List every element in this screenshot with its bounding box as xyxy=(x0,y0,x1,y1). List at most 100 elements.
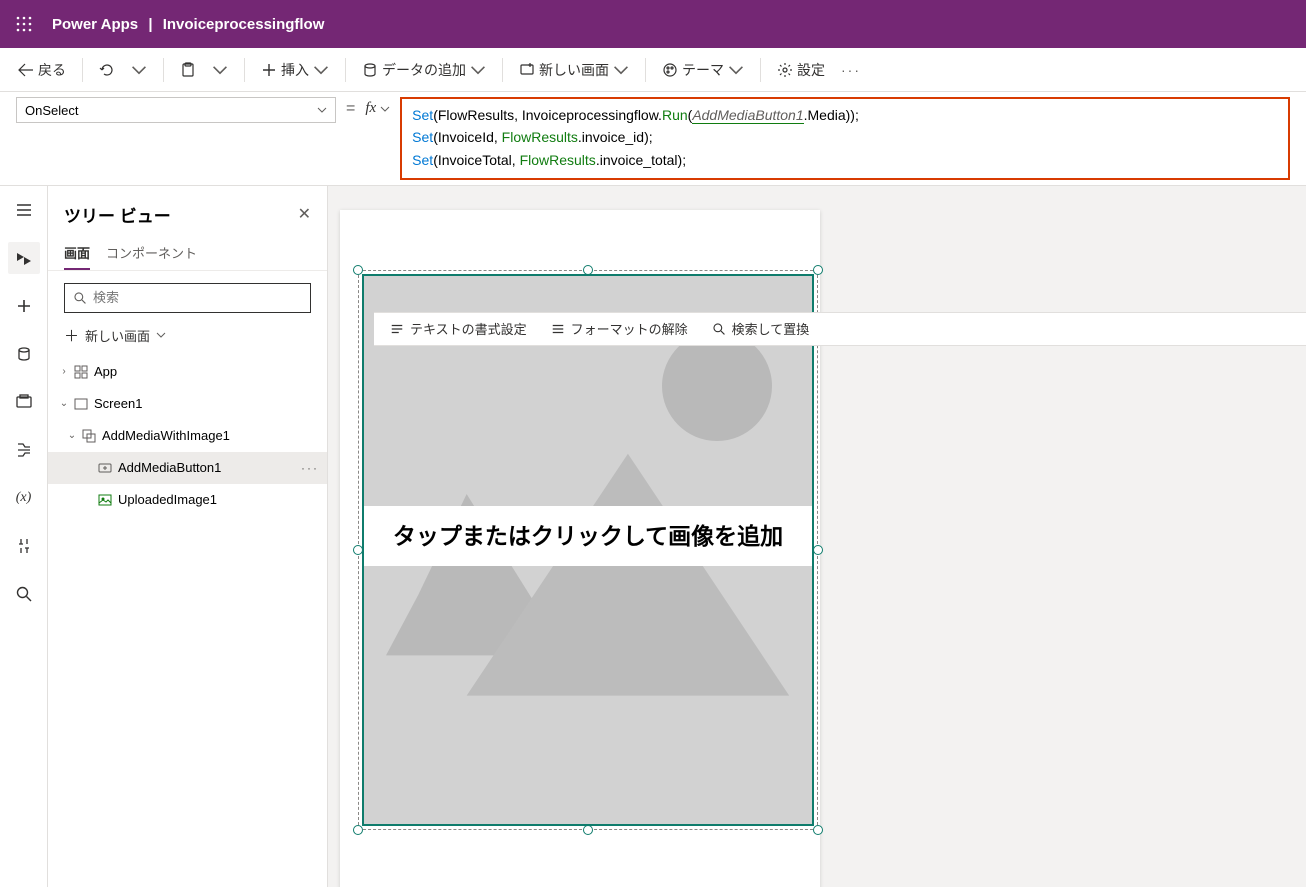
rail-variables[interactable]: (x) xyxy=(8,482,40,514)
resize-handle[interactable] xyxy=(583,825,593,835)
separator xyxy=(345,58,346,82)
theme-button[interactable]: テーマ xyxy=(656,54,750,86)
panel-tabs: 画面 コンポーネント xyxy=(48,237,327,271)
separator xyxy=(82,58,83,82)
rail-search[interactable] xyxy=(8,578,40,610)
separator xyxy=(502,58,503,82)
twisty-icon[interactable]: ⌄ xyxy=(64,430,80,441)
mountain-icon xyxy=(386,424,789,725)
paste-dropdown[interactable] xyxy=(206,54,234,86)
separator xyxy=(163,58,164,82)
formula-editor[interactable]: Set(FlowResults, Invoiceprocessingflow.R… xyxy=(400,97,1290,180)
new-screen-label: 新しい画面 xyxy=(539,60,609,80)
close-panel-icon[interactable]: ✕ xyxy=(298,204,311,224)
resize-handle[interactable] xyxy=(353,825,363,835)
node-label: UploadedImage1 xyxy=(118,492,217,507)
property-bar: OnSelect = fx Set(FlowResults, Invoicepr… xyxy=(0,92,1306,186)
back-button[interactable]: 戻る xyxy=(12,54,72,86)
new-screen-button[interactable]: 新しい画面 xyxy=(513,54,635,86)
panel-title: ツリー ビュー xyxy=(64,202,171,227)
app-name: Invoiceprocessingflow xyxy=(163,16,325,33)
rail-tools[interactable] xyxy=(8,530,40,562)
selected-control[interactable]: タップまたはクリックして画像を追加 xyxy=(358,270,818,830)
remove-format-icon xyxy=(551,322,565,336)
remove-format-button[interactable]: フォーマットの解除 xyxy=(551,319,688,338)
resize-handle[interactable] xyxy=(353,545,363,555)
resize-handle[interactable] xyxy=(813,545,823,555)
new-screen-link[interactable]: ＋ 新しい画面 xyxy=(64,325,311,346)
add-data-button[interactable]: データの追加 xyxy=(356,54,492,86)
new-screen-text: 新しい画面 xyxy=(85,326,150,345)
tree-node-app[interactable]: › App xyxy=(48,356,327,388)
twisty-icon[interactable]: › xyxy=(56,366,72,377)
text-format-button[interactable]: テキストの書式設定 xyxy=(390,319,527,338)
add-data-label: データの追加 xyxy=(382,60,466,80)
node-label: AddMediaButton1 xyxy=(118,460,221,475)
find-replace-label: 検索して置換 xyxy=(732,319,810,338)
paste-button[interactable] xyxy=(174,54,202,86)
separator xyxy=(645,58,646,82)
settings-label: 設定 xyxy=(797,60,825,80)
group-icon xyxy=(82,429,96,443)
header-separator: | xyxy=(148,16,152,33)
rail-data[interactable] xyxy=(8,338,40,370)
image-icon xyxy=(98,493,112,507)
property-selector[interactable]: OnSelect xyxy=(16,97,336,123)
left-rail: (x) xyxy=(0,186,48,887)
node-label: App xyxy=(94,364,117,379)
media-button-icon xyxy=(98,461,112,475)
rail-flows[interactable] xyxy=(8,434,40,466)
remove-format-label: フォーマットの解除 xyxy=(571,319,688,338)
resize-handle[interactable] xyxy=(813,265,823,275)
settings-button[interactable]: 設定 xyxy=(771,54,831,86)
undo-button[interactable] xyxy=(93,54,121,86)
insert-button[interactable]: 挿入 xyxy=(255,54,335,86)
tab-screens[interactable]: 画面 xyxy=(64,237,90,270)
waffle-icon[interactable] xyxy=(8,8,40,40)
formula-sub-toolbar: テキストの書式設定 フォーマットの解除 検索して置換 xyxy=(374,312,1306,346)
search-icon xyxy=(73,291,87,305)
screen-icon xyxy=(74,397,88,411)
chevron-down-icon xyxy=(156,330,166,340)
search-icon xyxy=(712,322,726,336)
equals-sign: = xyxy=(346,97,355,118)
tree-node-addmediabutton[interactable]: AddMediaButton1 ··· xyxy=(48,452,327,484)
twisty-icon[interactable]: ⌄ xyxy=(56,398,72,409)
search-input[interactable] xyxy=(93,290,302,305)
sun-icon xyxy=(662,331,772,441)
find-replace-button[interactable]: 検索して置換 xyxy=(712,319,810,338)
command-bar: 戻る 挿入 データの追加 新しい画面 テーマ 設定 ··· xyxy=(0,48,1306,92)
overflow-button[interactable]: ··· xyxy=(835,54,867,86)
rail-insert[interactable] xyxy=(8,290,40,322)
tree-search[interactable] xyxy=(64,283,311,313)
insert-label: 挿入 xyxy=(281,60,309,80)
panel-header: ツリー ビュー ✕ xyxy=(48,186,327,237)
node-label: AddMediaWithImage1 xyxy=(102,428,230,443)
resize-handle[interactable] xyxy=(813,825,823,835)
tree-node-screen1[interactable]: ⌄ Screen1 xyxy=(48,388,327,420)
rail-hamburger[interactable] xyxy=(8,194,40,226)
rail-media[interactable] xyxy=(8,386,40,418)
workspace: (x) ツリー ビュー ✕ 画面 コンポーネント ＋ 新しい画面 › App xyxy=(0,186,1306,887)
separator xyxy=(760,58,761,82)
tab-components[interactable]: コンポーネント xyxy=(106,237,197,270)
tree-node-uploadedimage[interactable]: UploadedImage1 xyxy=(48,484,327,516)
resize-handle[interactable] xyxy=(583,265,593,275)
theme-label: テーマ xyxy=(682,60,724,80)
undo-dropdown[interactable] xyxy=(125,54,153,86)
rail-tree-view[interactable] xyxy=(8,242,40,274)
node-more-icon[interactable]: ··· xyxy=(301,461,319,475)
app-header: Power Apps | Invoiceprocessingflow xyxy=(0,0,1306,48)
add-media-control[interactable]: タップまたはクリックして画像を追加 xyxy=(362,274,814,826)
fx-button[interactable]: fx xyxy=(365,97,390,117)
tree-node-addmediawithimage[interactable]: ⌄ AddMediaWithImage1 xyxy=(48,420,327,452)
tree-view-panel: ツリー ビュー ✕ 画面 コンポーネント ＋ 新しい画面 › App ⌄ xyxy=(48,186,328,887)
canvas-area: テキストの書式設定 フォーマットの解除 検索して置換 タップまたはクリックして画… xyxy=(328,186,1306,887)
resize-handle[interactable] xyxy=(353,265,363,275)
property-name: OnSelect xyxy=(25,103,78,118)
back-label: 戻る xyxy=(38,60,66,80)
text-format-label: テキストの書式設定 xyxy=(410,319,527,338)
separator xyxy=(244,58,245,82)
product-name: Power Apps xyxy=(52,16,138,33)
header-title: Power Apps | Invoiceprocessingflow xyxy=(52,16,324,33)
